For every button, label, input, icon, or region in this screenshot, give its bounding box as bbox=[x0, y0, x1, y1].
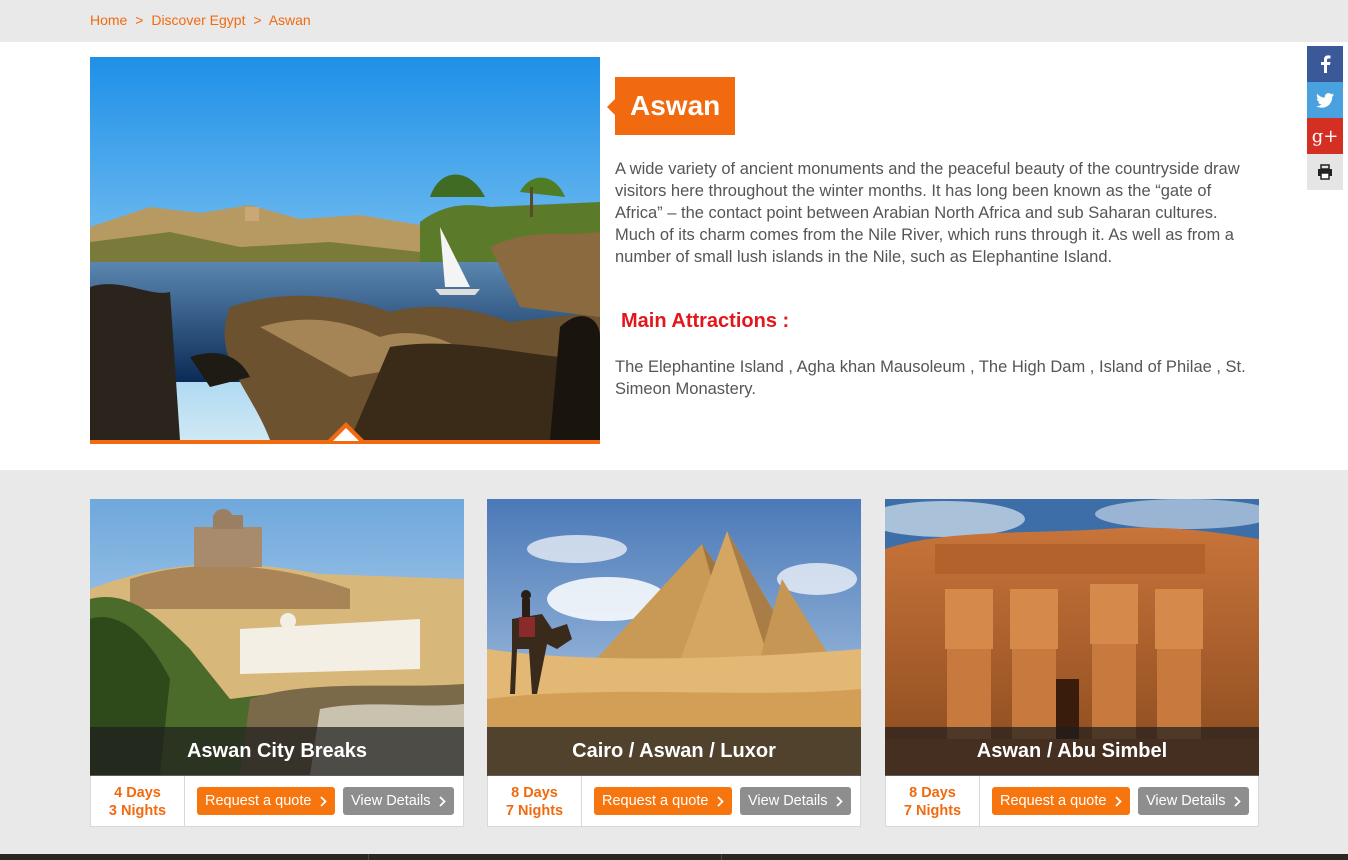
footer-divider bbox=[721, 854, 722, 860]
request-quote-label: Request a quote bbox=[1000, 793, 1107, 809]
twitter-share-button[interactable] bbox=[1307, 82, 1343, 118]
breadcrumb-separator: > bbox=[135, 12, 144, 28]
google-plus-share-button[interactable]: g+ bbox=[1307, 118, 1343, 154]
facebook-icon bbox=[1321, 55, 1331, 73]
view-details-label: View Details bbox=[1146, 793, 1226, 809]
view-details-button[interactable]: View Details bbox=[1138, 787, 1249, 815]
tour-cards: Aswan City Breaks 4 Days 3 Nights Reques… bbox=[0, 470, 1348, 854]
request-quote-button[interactable]: Request a quote bbox=[594, 787, 732, 815]
tour-duration: 8 Days 7 Nights bbox=[886, 776, 980, 827]
destination-title-tag: Aswan bbox=[606, 77, 736, 135]
print-button[interactable] bbox=[1307, 154, 1343, 190]
main-attractions-list: The Elephantine Island , Agha khan Mauso… bbox=[615, 358, 1246, 398]
tour-days: 8 Days bbox=[511, 785, 558, 801]
tour-nights: 7 Nights bbox=[505, 803, 564, 819]
tour-duration: 8 Days 7 Nights bbox=[488, 776, 582, 827]
view-details-button[interactable]: View Details bbox=[343, 787, 454, 815]
google-plus-icon: g+ bbox=[1311, 125, 1339, 147]
breadcrumb-discover-egypt-link[interactable]: Discover Egypt bbox=[151, 12, 245, 28]
tour-nights: 3 Nights bbox=[108, 803, 167, 819]
tour-card: Aswan City Breaks 4 Days 3 Nights Reques… bbox=[90, 499, 464, 827]
chevron-right-icon bbox=[1115, 796, 1122, 807]
tour-nights: 7 Nights bbox=[903, 803, 962, 819]
hero-caret-inner bbox=[333, 428, 359, 441]
tour-name[interactable]: Aswan City Breaks bbox=[90, 727, 464, 776]
tour-name[interactable]: Aswan / Abu Simbel bbox=[885, 727, 1259, 776]
chevron-right-icon bbox=[320, 796, 327, 807]
social-share-bar: g+ bbox=[1307, 46, 1343, 190]
request-quote-button[interactable]: Request a quote bbox=[197, 787, 335, 815]
main-attractions-heading: Main Attractions : bbox=[621, 310, 790, 332]
tour-days: 4 Days bbox=[114, 785, 161, 801]
chevron-right-icon bbox=[836, 796, 843, 807]
tour-name[interactable]: Cairo / Aswan / Luxor bbox=[487, 727, 861, 776]
view-details-label: View Details bbox=[748, 793, 828, 809]
chevron-right-icon bbox=[1234, 796, 1241, 807]
tour-card: Cairo / Aswan / Luxor 8 Days 7 Nights Re… bbox=[487, 499, 861, 827]
footer-divider bbox=[368, 854, 369, 860]
destination-intro: Aswan A wide variety of ancient monument… bbox=[0, 42, 1348, 470]
tour-days: 8 Days bbox=[909, 785, 956, 801]
aswan-hero-image bbox=[90, 57, 600, 440]
page-title: Aswan bbox=[630, 90, 721, 121]
breadcrumb: Home > Discover Egypt > Aswan bbox=[90, 12, 311, 28]
tour-card: Aswan / Abu Simbel 8 Days 7 Nights Reque… bbox=[885, 499, 1259, 827]
request-quote-button[interactable]: Request a quote bbox=[992, 787, 1130, 815]
tour-duration: 4 Days 3 Nights bbox=[91, 776, 185, 827]
request-quote-label: Request a quote bbox=[205, 793, 312, 809]
view-details-button[interactable]: View Details bbox=[740, 787, 851, 815]
chevron-right-icon bbox=[439, 796, 446, 807]
view-details-label: View Details bbox=[351, 793, 431, 809]
breadcrumb-bar: Home > Discover Egypt > Aswan bbox=[0, 0, 1348, 42]
destination-description: A wide variety of ancient monuments and … bbox=[615, 160, 1240, 266]
chevron-right-icon bbox=[717, 796, 724, 807]
breadcrumb-separator: > bbox=[253, 12, 262, 28]
request-quote-label: Request a quote bbox=[602, 793, 709, 809]
twitter-icon bbox=[1316, 92, 1334, 108]
print-icon bbox=[1318, 164, 1332, 180]
footer-strip bbox=[0, 854, 1348, 860]
facebook-share-button[interactable] bbox=[1307, 46, 1343, 82]
breadcrumb-home-link[interactable]: Home bbox=[90, 12, 127, 28]
breadcrumb-aswan-link[interactable]: Aswan bbox=[269, 12, 311, 28]
